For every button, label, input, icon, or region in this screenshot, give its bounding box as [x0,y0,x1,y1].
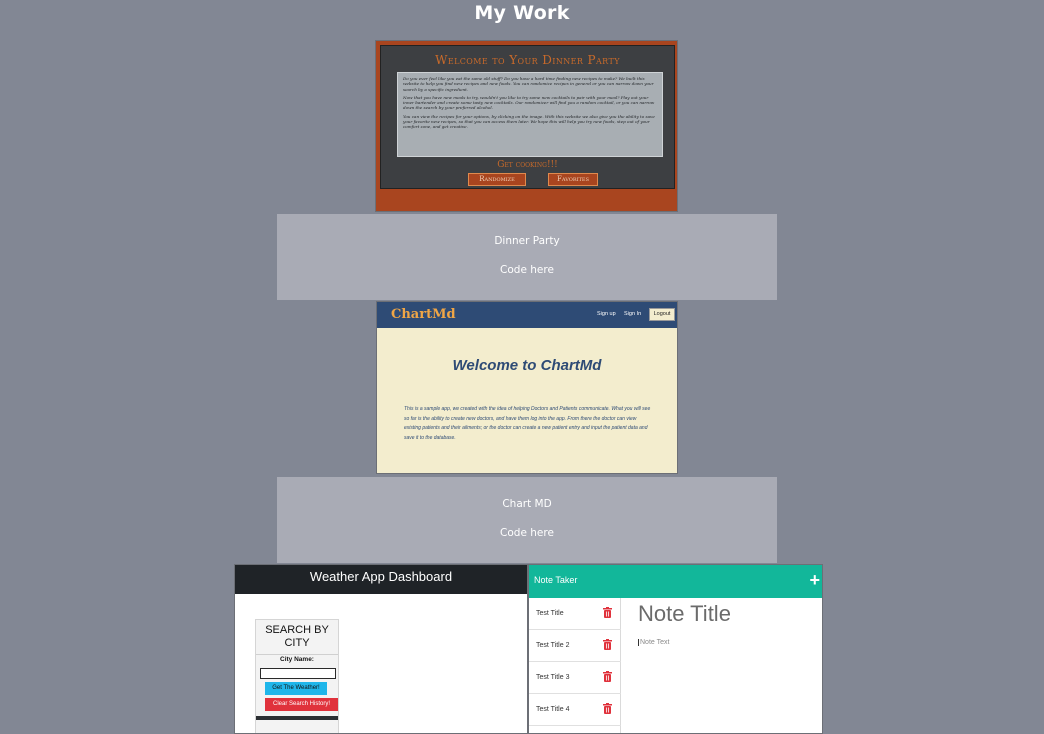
code-link[interactable]: Code here [277,527,777,539]
divider [256,654,338,655]
note-list-item[interactable]: Test Title 2 [529,630,621,662]
note-item-title: Test Title 2 [536,642,570,649]
dinner-party-paragraph: Do you ever feel like you eat the same o… [403,76,654,92]
plus-icon[interactable]: + [809,568,820,592]
dinner-party-screenshot[interactable]: Welcome to Your Dinner Party Do you ever… [375,40,678,212]
weather-header: Weather App Dashboard [235,565,527,594]
note-item-title: Test Title 3 [536,674,570,681]
search-by-city-heading: SEARCH BY CITY [265,624,329,649]
chartmd-navbar: ChartMd Sign up Sign In Logout [377,302,677,328]
project-name: Chart MD [502,498,552,510]
chartmd-brand[interactable]: ChartMd [391,307,456,322]
signin-link[interactable]: Sign In [624,311,641,317]
weather-app-screenshot[interactable]: Weather App Dashboard SEARCH BY CITY Cit… [234,564,528,734]
note-text-input[interactable]: Note Text [638,639,669,646]
signup-link[interactable]: Sign up [597,311,616,317]
chartmd-description: This is a sample app, we created with th… [404,406,651,441]
note-taker-title: Note Taker [534,575,578,585]
note-item-title: Test Title [536,610,564,617]
note-list-item[interactable]: Test Title [529,598,621,630]
trash-icon[interactable] [603,703,612,714]
note-taker-header: Note Taker + [529,565,822,598]
code-link[interactable]: Code here [277,264,777,276]
page-title: My Work [474,2,570,24]
project-name: Dinner Party [494,235,560,247]
dinner-party-paragraph: You can view the recipes for your option… [403,113,655,130]
city-name-input[interactable] [260,668,336,679]
chartmd-heading: Welcome to ChartMd [452,357,602,374]
chartmd-screenshot[interactable]: ChartMd Sign up Sign In Logout Welcome t… [376,301,678,474]
logout-button[interactable]: Logout [649,308,675,321]
trash-icon[interactable] [603,671,612,682]
clear-history-button[interactable]: Clear Search History! [265,698,338,711]
city-name-label: City Name: [280,656,314,663]
trash-icon[interactable] [603,639,612,650]
dinner-party-panel: Welcome to Your Dinner Party Do you ever… [380,45,675,189]
note-taker-screenshot[interactable]: Note Taker + Test Title Test Title 2 Tes… [528,564,823,734]
note-item-title: Test Title 4 [536,706,570,713]
dinner-party-paragraph: Now that you have new meals to try, woul… [403,94,655,111]
note-list-item[interactable]: Test Title 4 [529,694,621,726]
get-cooking-text: Get cooking!!! [497,160,558,170]
note-title-input[interactable]: Note Title [638,601,731,627]
note-list-item[interactable]: Test Title 3 [529,662,621,694]
get-weather-button[interactable]: Get The Weather! [265,682,327,695]
weather-search-panel: SEARCH BY CITY City Name: Get The Weathe… [255,619,339,733]
history-bar [256,716,338,720]
trash-icon[interactable] [603,607,612,618]
chartmd-info-card: Chart MD Code here [277,477,777,563]
favorites-button[interactable]: Favorites [548,173,598,186]
weather-title: Weather App Dashboard [309,569,453,584]
randomize-button[interactable]: Randomize [468,173,526,186]
dinner-party-title: Welcome to Your Dinner Party [435,53,620,67]
dinner-party-info-card: Dinner Party Code here [277,214,777,300]
note-list: Test Title Test Title 2 Test Title 3 Tes… [529,598,621,733]
dinner-party-description: Do you ever feel like you eat the same o… [397,72,663,157]
